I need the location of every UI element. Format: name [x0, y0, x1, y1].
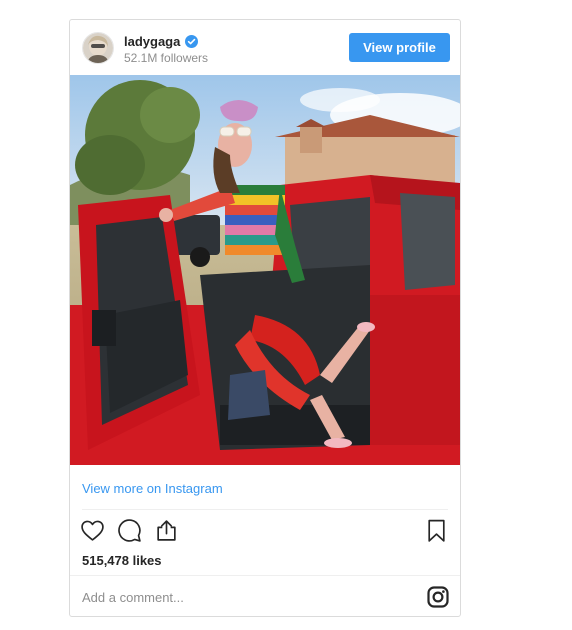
avatar[interactable] — [82, 32, 114, 64]
instagram-icon[interactable] — [427, 586, 449, 608]
divider — [82, 509, 448, 510]
post-photo[interactable] — [70, 75, 460, 465]
action-bar — [80, 518, 179, 543]
username[interactable]: ladygaga — [124, 34, 180, 49]
view-more-link[interactable]: View more on Instagram — [82, 481, 223, 496]
comment-icon[interactable] — [117, 518, 142, 543]
comment-input[interactable] — [82, 586, 402, 608]
share-icon[interactable] — [154, 518, 179, 543]
bookmark-icon[interactable] — [424, 518, 449, 543]
instagram-embed-card: ladygaga 52.1M followers View profile Vi… — [69, 19, 461, 617]
view-profile-button[interactable]: View profile — [349, 33, 450, 62]
divider — [70, 575, 460, 576]
heart-icon[interactable] — [80, 518, 105, 543]
follower-count: 52.1M followers — [124, 51, 209, 65]
post-header: ladygaga 52.1M followers View profile — [70, 20, 460, 75]
like-count[interactable]: 515,478 likes — [82, 553, 162, 568]
verified-badge-icon — [185, 35, 199, 48]
